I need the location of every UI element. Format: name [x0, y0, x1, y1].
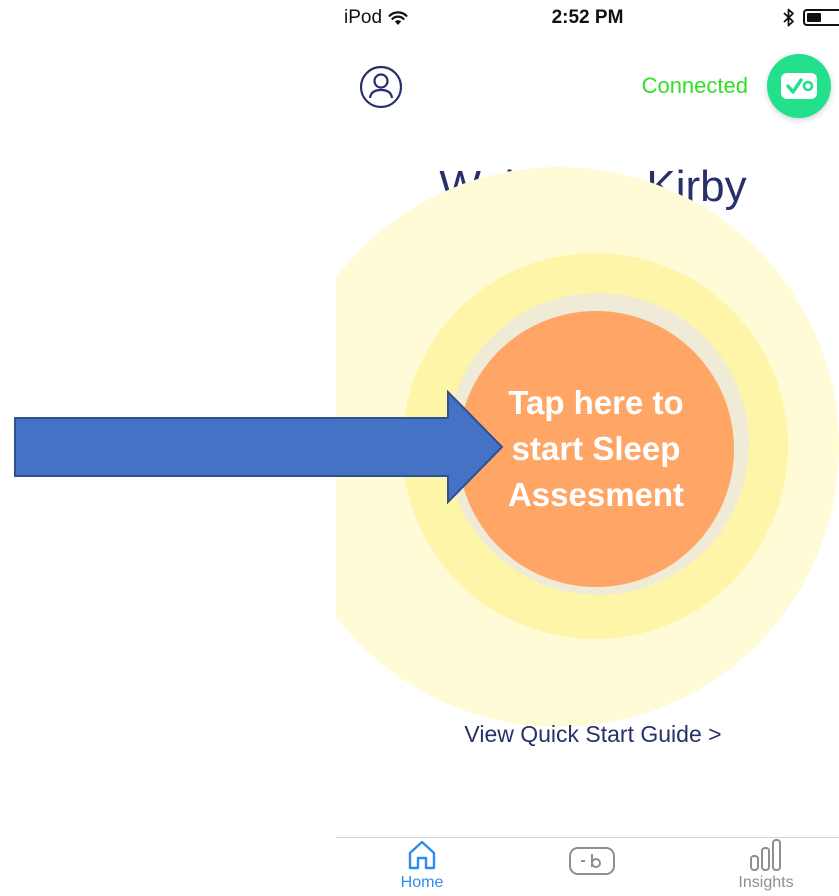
- tab-bar: Home Insights: [336, 837, 839, 896]
- tab-insights-label: Insights: [738, 874, 794, 891]
- device-connected-icon: [781, 73, 817, 99]
- start-button-label: Tap here to start Sleep Assesment: [507, 384, 685, 513]
- home-icon: [408, 840, 436, 870]
- status-bar: iPod 2:52 PM: [336, 0, 839, 38]
- bluetooth-icon: [783, 8, 794, 27]
- status-time: 2:52 PM: [551, 7, 624, 28]
- battery-icon: [803, 9, 839, 26]
- user-icon: [359, 65, 402, 109]
- status-right: [783, 8, 839, 27]
- tab-device[interactable]: [554, 838, 630, 896]
- profile-button[interactable]: [358, 62, 402, 112]
- tab-home-label: Home: [400, 874, 444, 891]
- screenshot-canvas: iPod 2:52 PM Connected Tap here to start…: [0, 0, 839, 896]
- annotation-arrow: [14, 390, 504, 504]
- tab-insights[interactable]: Insights: [728, 838, 804, 896]
- tab-home[interactable]: Home: [384, 838, 460, 896]
- device-icon: [569, 847, 615, 875]
- bar-chart-icon: [750, 839, 781, 871]
- connection-status: Connected: [641, 73, 748, 98]
- device-status-button[interactable]: [767, 54, 831, 118]
- quick-start-guide-link[interactable]: View Quick Start Guide >: [336, 721, 839, 748]
